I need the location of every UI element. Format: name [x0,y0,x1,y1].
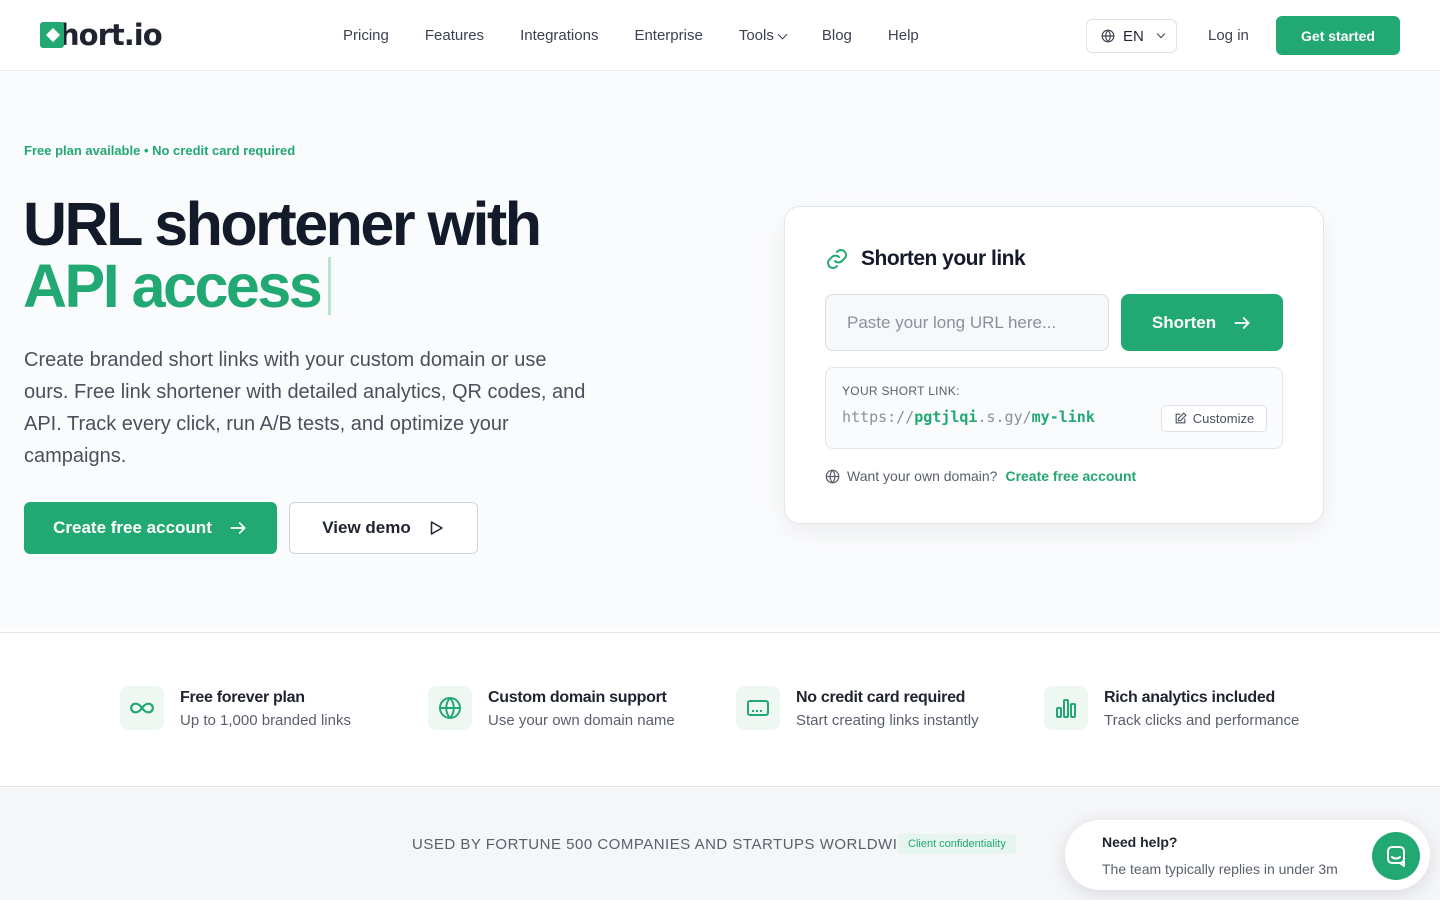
arrow-right-icon [230,522,246,534]
chat-icon [1387,846,1405,867]
globe-icon [1101,29,1115,43]
logo[interactable]: hort.io [40,18,163,52]
logo-text: hort.io [59,18,163,52]
chat-launcher-button[interactable] [1372,832,1420,880]
trusted-heading: USED BY FORTUNE 500 COMPANIES AND STARTU… [412,836,920,853]
customize-label: Customize [1192,411,1255,426]
features-row: Free forever plan Up to 1,000 branded li… [0,632,1440,787]
long-url-input[interactable] [825,294,1109,351]
own-domain-row: Want your own domain? Create free accoun… [825,468,1136,484]
feature-item: Rich analytics included Track clicks and… [1044,686,1299,730]
globe-icon [825,469,840,483]
login-link[interactable]: Log in [1208,26,1249,46]
globe-icon [439,697,461,719]
short-url-scheme: https:// [842,408,915,426]
feature-desc: Up to 1,000 branded links [180,712,351,729]
short-url-domain: pgtjlqi [914,408,978,426]
own-domain-text: Want your own domain? [847,468,998,484]
customize-button[interactable]: Customize [1161,405,1267,432]
view-demo-label: View demo [322,518,411,537]
confidentiality-badge: Client confidentiality [898,834,1016,854]
short-link-label: YOUR SHORT LINK: [842,384,960,398]
site-header: hort.io Pricing Features Integrations En… [0,0,1440,71]
create-account-label: Create free account [53,518,212,537]
feature-icon-box [120,686,164,730]
hero-subtitle: Create branded short links with your cus… [24,349,586,467]
feature-desc: Start creating links instantly [796,712,979,729]
typing-cursor [328,257,332,315]
feature-desc: Use your own domain name [488,712,675,729]
get-started-button[interactable]: Get started [1276,16,1400,55]
chat-title: Need help? [1102,834,1178,850]
feature-title: Rich analytics included [1104,689,1275,706]
shorten-label: Shorten [1151,312,1217,332]
chevron-down-icon [1156,29,1166,39]
card-title: Shorten your link [825,247,1026,271]
feature-title: Custom domain support [488,689,667,706]
nav-features[interactable]: Features [425,26,484,46]
feature-desc: Track clicks and performance [1104,712,1300,729]
feature-icon-box [1044,686,1088,730]
shorten-card: Shorten your link Shorten YOUR SHORT LIN… [784,206,1324,524]
feature-title: No credit card required [796,689,966,706]
main-nav: Pricing Features Integrations Enterprise… [343,26,955,46]
feature-title: Free forever plan [180,689,305,706]
chat-subtitle: The team typically replies in under 3m [1102,861,1338,877]
hero-title: URL shortener with API access [23,190,542,320]
hero-title-line2: API access [23,252,323,320]
bar-chart-icon [1056,699,1076,718]
logo-mark-icon [40,22,64,48]
language-label: EN [1123,27,1144,45]
short-link-box: YOUR SHORT LINK: https://pgtjlqi.s.gy/my… [825,367,1283,449]
hero-title-line1: URL shortener with [23,190,542,258]
language-selector[interactable]: EN [1086,19,1177,53]
feature-icon-box [428,686,472,730]
nav-integrations[interactable]: Integrations [520,26,598,46]
play-icon [430,521,443,535]
chevron-down-icon [777,29,788,39]
edit-icon [1175,412,1187,424]
shorten-button[interactable]: Shorten [1121,294,1283,351]
nav-pricing[interactable]: Pricing [343,26,389,46]
feature-item: Free forever plan Up to 1,000 branded li… [120,686,351,730]
view-demo-button[interactable]: View demo [289,502,478,554]
nav-tools[interactable]: Tools [738,26,788,46]
infinity-icon [130,702,154,714]
own-domain-link[interactable]: Create free account [1005,468,1136,484]
nav-tools-label: Tools [738,27,774,44]
hero-eyebrow: Free plan available • No credit card req… [24,143,296,158]
credit-card-icon [747,700,769,716]
nav-help[interactable]: Help [888,26,919,46]
arrow-right-icon [1234,316,1250,329]
nav-blog[interactable]: Blog [822,26,852,46]
short-url-slug: my-link [1031,408,1095,426]
feature-icon-box [736,686,780,730]
nav-enterprise[interactable]: Enterprise [634,26,702,46]
link-icon [827,249,847,269]
short-url-tld: .s.gy/ [977,408,1032,426]
feature-item: Custom domain support Use your own domai… [428,686,675,730]
short-link-url[interactable]: https://pgtjlqi.s.gy/my-link [842,408,1095,426]
card-title-label: Shorten your link [861,247,1026,270]
feature-item: No credit card required Start creating l… [736,686,979,730]
create-account-button[interactable]: Create free account [24,502,277,554]
